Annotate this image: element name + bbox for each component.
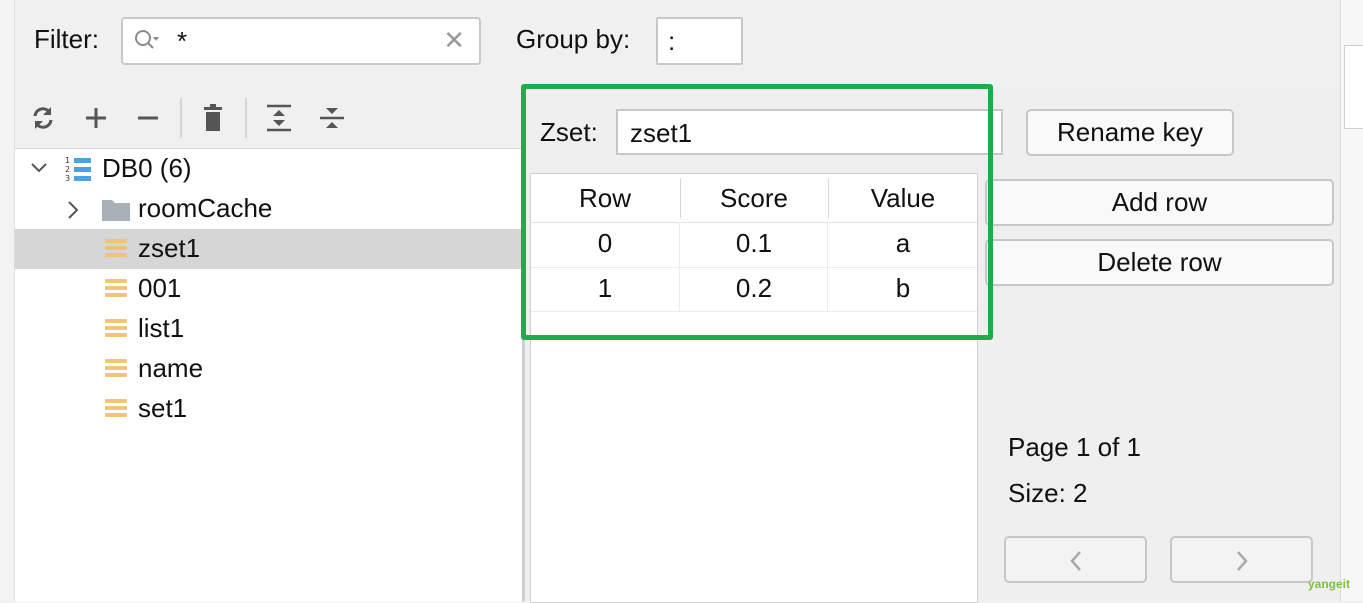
tree-item-roomcache[interactable]: roomCache (15, 189, 522, 229)
filter-input[interactable]: * ✕ (121, 17, 481, 65)
tree-item-label: list1 (138, 313, 185, 343)
chevron-left-icon (1069, 551, 1081, 571)
group-by-value: : (668, 26, 676, 56)
svg-text:2: 2 (65, 165, 70, 174)
key-icon (105, 399, 127, 421)
collapse-all-icon[interactable] (316, 101, 348, 135)
tree-item-label: name (138, 353, 204, 383)
chevron-right-icon[interactable] (67, 201, 79, 219)
right-scrollbar[interactable] (1340, 0, 1363, 601)
folder-icon (102, 200, 130, 221)
tree-db-node[interactable]: 1 2 3 DB0 (6) (15, 149, 522, 189)
refresh-icon[interactable] (27, 101, 59, 135)
delete-icon[interactable] (197, 101, 229, 135)
add-icon[interactable] (80, 101, 112, 135)
remove-icon[interactable] (132, 101, 164, 135)
page-info: Page 1 of 1 (1008, 432, 1141, 462)
rename-key-button[interactable]: Rename key (1026, 109, 1234, 156)
chevron-right-icon (1236, 551, 1248, 571)
tree-item-list1[interactable]: list1 (15, 309, 522, 349)
left-edge (0, 0, 15, 601)
delete-row-button[interactable]: Delete row (985, 239, 1334, 286)
tree-item-name[interactable]: name (15, 349, 522, 389)
previous-page-button[interactable] (1004, 536, 1147, 583)
tree-item-zset1[interactable]: zset1 (15, 229, 522, 269)
next-page-button[interactable] (1170, 536, 1313, 583)
database-icon: 1 2 3 (65, 156, 91, 183)
clear-icon[interactable]: ✕ (443, 25, 465, 56)
db-label: DB0 (6) (102, 153, 192, 183)
filter-value: * (177, 26, 188, 56)
key-icon (105, 239, 127, 261)
toolbar-separator (180, 98, 182, 138)
tree-item-label: 001 (138, 273, 182, 303)
scroll-thumb[interactable] (1344, 45, 1363, 129)
tree-item-set1[interactable]: set1 (15, 389, 522, 429)
svg-text:3: 3 (65, 174, 70, 183)
key-icon (105, 319, 127, 341)
tree-item-label: zset1 (138, 233, 201, 263)
watermark: yangeit (1308, 577, 1351, 591)
highlight-box (521, 84, 993, 340)
key-icon (105, 279, 127, 301)
tree-item-001[interactable]: 001 (15, 269, 522, 309)
add-row-button[interactable]: Add row (985, 179, 1334, 226)
expand-all-icon[interactable] (263, 101, 295, 135)
key-icon (105, 359, 127, 381)
search-icon (135, 30, 159, 49)
key-tree[interactable]: 1 2 3 DB0 (6) roomCache zset1 001 list1 … (15, 148, 523, 602)
toolbar-separator (245, 98, 247, 138)
chevron-down-icon[interactable] (31, 161, 47, 175)
size-info: Size: 2 (1008, 478, 1088, 508)
tree-item-label: set1 (138, 393, 188, 423)
group-by-label: Group by: (516, 24, 631, 54)
svg-text:1: 1 (65, 156, 70, 165)
tree-item-label: roomCache (138, 193, 273, 223)
group-by-input[interactable]: : (656, 17, 743, 65)
filter-label: Filter: (34, 24, 99, 54)
